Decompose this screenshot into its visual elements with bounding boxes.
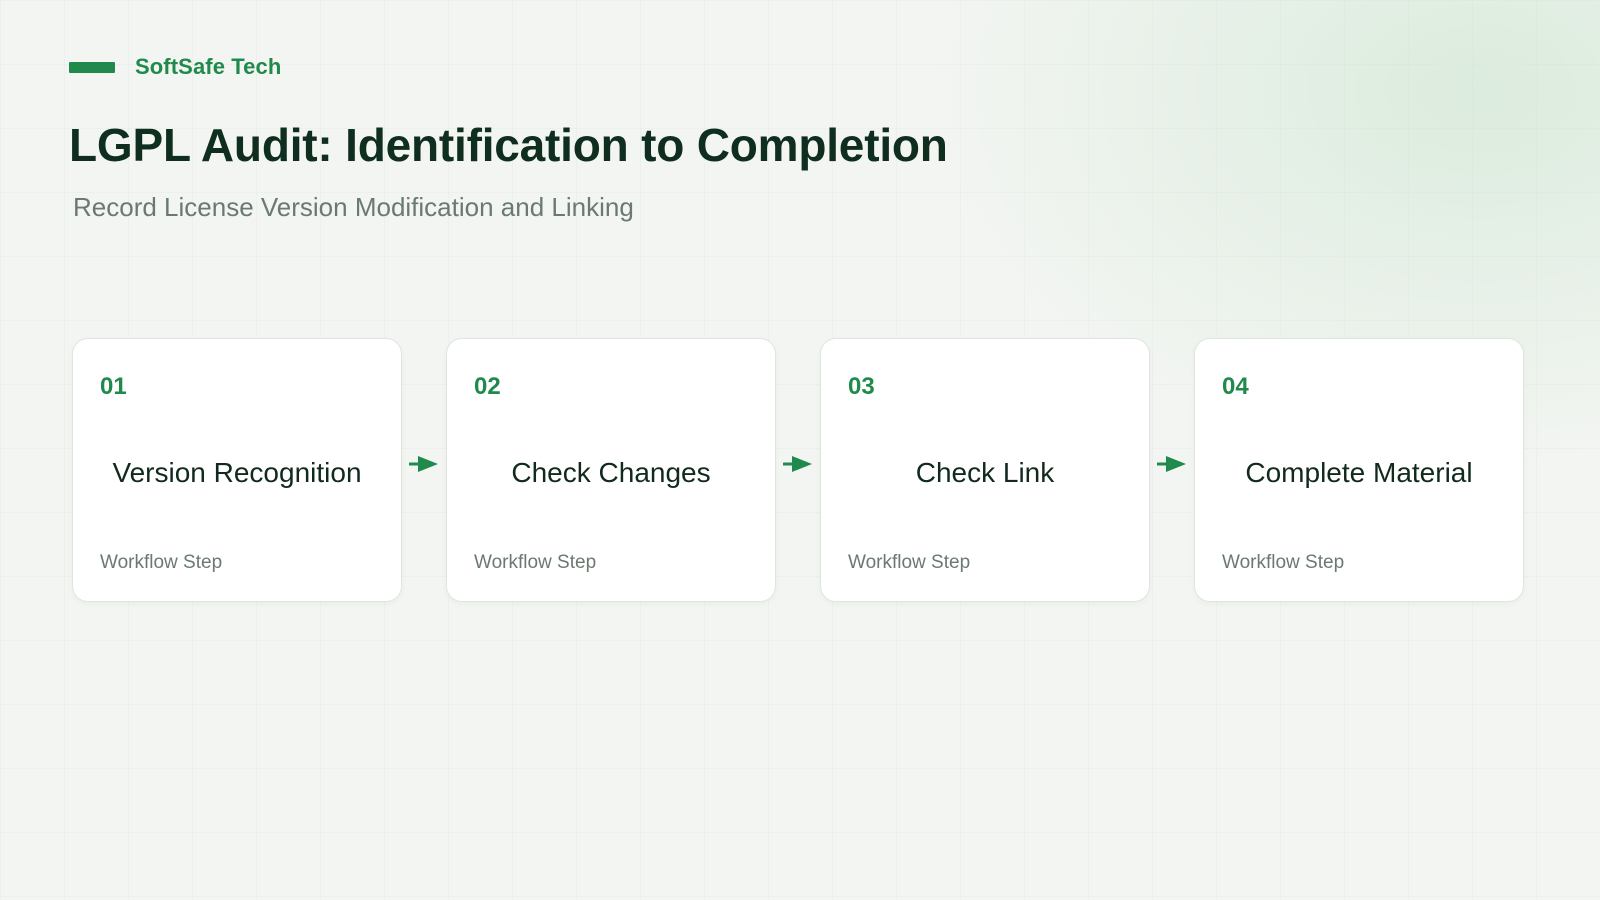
step-title: Version Recognition: [112, 457, 362, 488]
step-caption: Workflow Step: [848, 552, 971, 573]
page-subtitle: Record License Version Modification and …: [73, 192, 634, 222]
step-number: 02: [474, 373, 501, 400]
step-number: 04: [1222, 373, 1249, 400]
arrow-right-icon: [409, 454, 439, 474]
step-title: Complete Material: [1245, 457, 1473, 488]
step-caption: Workflow Step: [1222, 552, 1345, 573]
step-card-2: 02 Check Changes Workflow Step: [446, 338, 776, 602]
step-caption: Workflow Step: [474, 552, 597, 573]
brand-name: SoftSafe Tech: [135, 54, 282, 79]
brand: SoftSafe Tech: [69, 54, 281, 80]
step-card-4: 04 Complete Material Workflow Step: [1194, 338, 1524, 602]
step-number: 01: [100, 373, 127, 400]
arrow-right-icon: [783, 454, 813, 474]
step-card-3: 03 Check Link Workflow Step: [820, 338, 1150, 602]
step-title: Check Changes: [511, 457, 711, 488]
brand-accent-bar: [69, 61, 115, 73]
step-title: Check Link: [915, 457, 1055, 488]
step-caption: Workflow Step: [100, 552, 223, 573]
step-number: 03: [848, 373, 875, 400]
arrow-right-icon: [1157, 454, 1187, 474]
step-card-1: 01 Version Recognition Workflow Step: [72, 338, 402, 602]
page-title: LGPL Audit: Identification to Completion: [69, 119, 948, 171]
